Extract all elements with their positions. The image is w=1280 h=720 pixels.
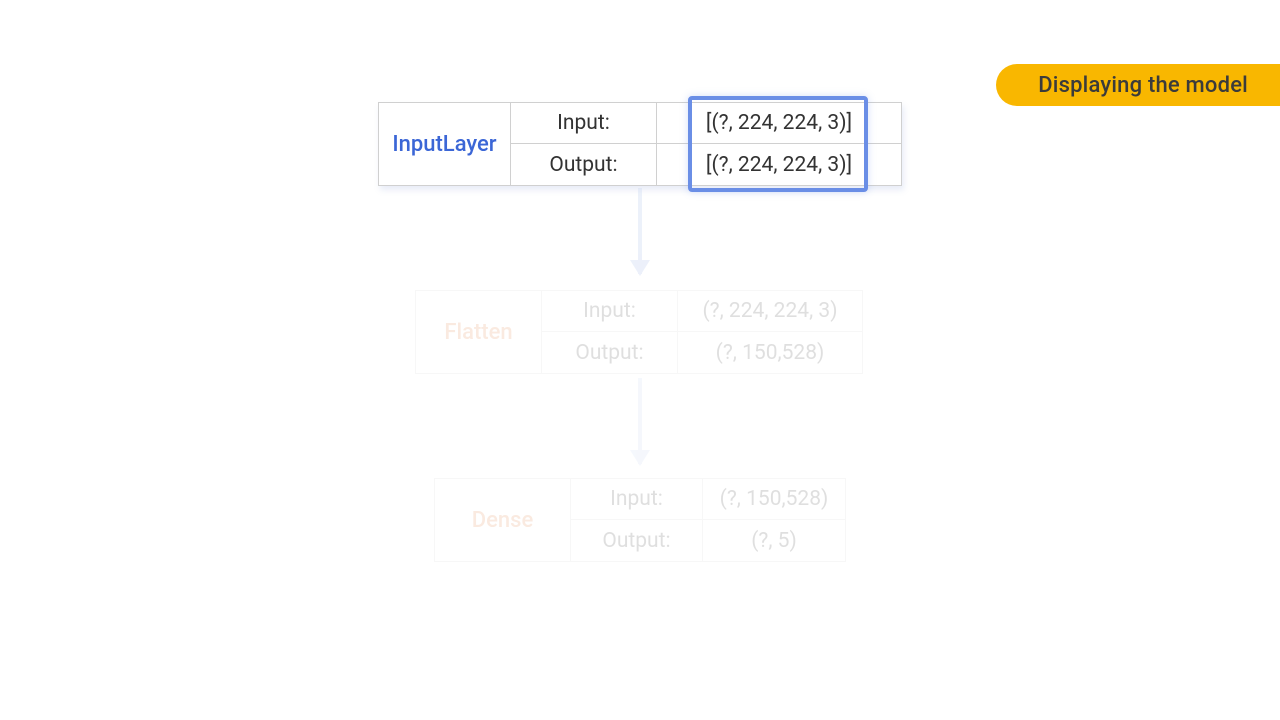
layer-name: Dense [435,479,571,561]
input-value: (?, 224, 224, 3) [678,291,862,332]
layer-name: Flatten [416,291,542,373]
title-pill: Displaying the model [996,64,1280,106]
input-label: Input: [511,103,657,144]
input-label: Input: [542,291,678,332]
layer-grid: Input: (?, 150,528) Output: (?, 5) [571,479,845,561]
arrow-1 [638,188,642,274]
output-label: Output: [571,520,703,561]
title-text: Displaying the model [1038,73,1248,98]
output-value: [(?, 224, 224, 3)] [657,144,901,185]
diagram-stage: Displaying the model InputLayer Input: [… [0,0,1280,720]
layer-inputlayer: InputLayer Input: [(?, 224, 224, 3)] Out… [378,102,902,186]
output-value: (?, 150,528) [678,332,862,373]
input-label: Input: [571,479,703,520]
layer-name: InputLayer [379,103,511,185]
arrow-2 [638,378,642,464]
layer-flatten: Flatten Input: (?, 224, 224, 3) Output: … [415,290,863,374]
output-label: Output: [542,332,678,373]
input-value: (?, 150,528) [703,479,845,520]
output-value: (?, 5) [703,520,845,561]
layer-dense: Dense Input: (?, 150,528) Output: (?, 5) [434,478,846,562]
layer-grid: Input: [(?, 224, 224, 3)] Output: [(?, 2… [511,103,901,185]
input-value: [(?, 224, 224, 3)] [657,103,901,144]
output-label: Output: [511,144,657,185]
layer-grid: Input: (?, 224, 224, 3) Output: (?, 150,… [542,291,862,373]
